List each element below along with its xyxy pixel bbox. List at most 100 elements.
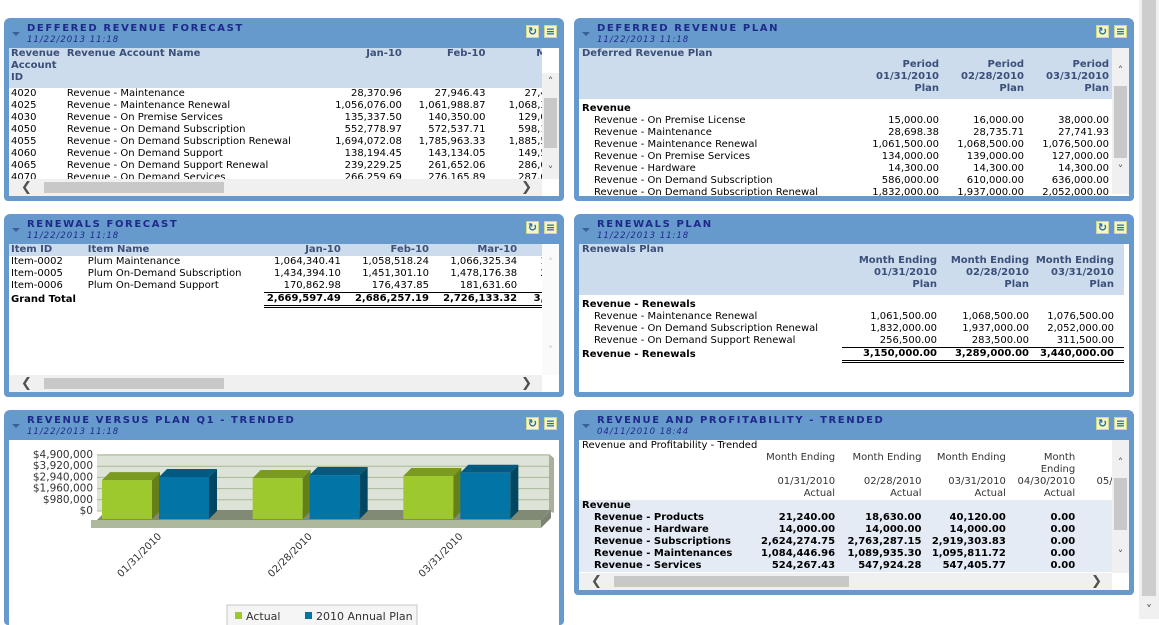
refresh-icon[interactable]: ↻: [1096, 417, 1109, 430]
collapse-triangle-icon[interactable]: [582, 424, 590, 428]
scroll-down-icon[interactable]: ˅: [542, 344, 559, 357]
scroll-down-icon[interactable]: ˅: [1112, 163, 1129, 176]
bar-side-face: [359, 467, 368, 519]
column-header[interactable]: Feb-10: [341, 244, 429, 256]
table-row[interactable]: Revenue - Maintenance Renewal 1,061,500.0…: [579, 139, 1112, 151]
table-row[interactable]: Revenue - Products 21,240.00 18,630.00 40,1…: [579, 512, 1112, 524]
column-header[interactable]: Period 03/31/2010 Plan: [1024, 48, 1112, 99]
column-header[interactable]: Mar-1: [485, 48, 542, 88]
scroll-right-icon[interactable]: ❯: [521, 179, 532, 196]
vertical-scrollbar[interactable]: ˄ ˅: [542, 73, 559, 179]
table-row[interactable]: Revenue - On Premise License 15,000.00 16,…: [579, 115, 1112, 127]
collapse-triangle-icon[interactable]: [12, 32, 20, 36]
scroll-thumb[interactable]: [1114, 86, 1127, 158]
refresh-icon[interactable]: ↻: [526, 25, 539, 38]
scroll-up-icon[interactable]: ˄: [1112, 456, 1129, 469]
options-icon[interactable]: ≡: [544, 221, 557, 234]
table-row[interactable]: Revenue - Maintenance 28,698.38 28,735.71 2…: [579, 127, 1112, 139]
horizontal-scrollbar[interactable]: ❮ ❯: [579, 573, 1112, 590]
table-row[interactable]: 4025 Revenue - Maintenance Renewal 1,056,0…: [9, 100, 542, 112]
table-row[interactable]: 4060 Revenue - On Demand Support 138,194.4…: [9, 148, 542, 160]
horizontal-scrollbar[interactable]: ❮ ❯: [9, 375, 542, 392]
scroll-right-icon[interactable]: ❯: [521, 375, 532, 392]
scroll-down-icon[interactable]: ˅: [542, 164, 559, 177]
vertical-scrollbar[interactable]: ˄ ˅: [1112, 48, 1129, 194]
table-row[interactable]: 4030 Revenue - On Premise Services 135,337…: [9, 112, 542, 124]
page-scroll-thumb[interactable]: [1142, 0, 1156, 596]
column-header[interactable]: Feb-10: [402, 48, 485, 88]
column-header[interactable]: Month Ending 01/31/2010 Plan: [842, 244, 937, 295]
options-icon[interactable]: ≡: [544, 417, 557, 430]
collapse-triangle-icon[interactable]: [582, 32, 590, 36]
table-row[interactable]: Item-0005 Plum On-Demand Subscription 1,43…: [9, 268, 542, 280]
column-header[interactable]: Jan-10: [291, 48, 402, 88]
column-header[interactable]: Month Ending 04/30/2010 Actual: [1006, 452, 1076, 500]
options-icon[interactable]: ≡: [1114, 25, 1127, 38]
options-icon[interactable]: ≡: [1114, 417, 1127, 430]
scroll-thumb[interactable]: [44, 378, 224, 389]
refresh-icon[interactable]: ↻: [526, 221, 539, 234]
column-header[interactable]: Month Ending 03/31/2010 Actual: [921, 452, 1006, 500]
table-row[interactable]: Revenue - Subscriptions 2,624,274.75 2,763…: [579, 536, 1112, 548]
column-header[interactable]: Revenue Account ID: [9, 48, 67, 88]
scroll-down-icon[interactable]: ˅: [1112, 548, 1129, 561]
scroll-left-icon[interactable]: ❮: [591, 573, 602, 590]
horizontal-scrollbar[interactable]: ❮ ❯: [9, 179, 542, 196]
column-header[interactable]: Item Name: [88, 244, 264, 256]
table-cell: 129,050.0: [518, 112, 542, 123]
table-row[interactable]: Revenue - On Demand Subscription 586,000.…: [579, 175, 1112, 187]
column-header[interactable]: Period 01/31/2010 Plan: [844, 48, 939, 99]
table-row[interactable]: Revenue - On Demand Support Renewal 256,5…: [579, 335, 1124, 348]
scroll-up-icon[interactable]: ˄: [1112, 64, 1129, 77]
table-row[interactable]: 4050 Revenue - On Demand Subscription 552,…: [9, 124, 542, 136]
refresh-icon[interactable]: ↻: [1096, 221, 1109, 234]
scroll-left-icon[interactable]: ❮: [21, 179, 32, 196]
table-row[interactable]: 4020 Revenue - Maintenance 28,370.96 27,946…: [9, 88, 542, 100]
table-row[interactable]: Item-0006 Plum On-Demand Support 170,862.9…: [9, 280, 542, 293]
table-row[interactable]: Revenue - Services 524,267.43 547,924.28 54…: [579, 560, 1112, 572]
column-header[interactable]: Month Ending 03/31/2010 Plan: [1029, 244, 1124, 295]
column-header[interactable]: MoEnd05/31/2(Act: [1075, 452, 1112, 500]
table-row[interactable]: 4070 Revenue - On Demand Services 266,259.…: [9, 172, 542, 179]
table-row[interactable]: Revenue - Hardware 14,000.00 14,000.00 14,0…: [579, 524, 1112, 536]
scroll-up-icon[interactable]: ˄: [542, 256, 559, 269]
table-row[interactable]: Revenue - Maintenances 1,084,446.96 1,089,…: [579, 548, 1112, 560]
options-icon[interactable]: ≡: [1114, 221, 1127, 234]
table-row[interactable]: Revenue - On Demand Subscription Renewal…: [579, 323, 1124, 335]
collapse-triangle-icon[interactable]: [582, 228, 590, 232]
table-row[interactable]: Item-0002 Plum Maintenance 1,064,340.41 1,0…: [9, 256, 542, 268]
vertical-scrollbar[interactable]: ˄ ˅: [542, 244, 559, 375]
table-row[interactable]: Revenue - Maintenance Renewal 1,061,500.0…: [579, 311, 1124, 323]
table-row[interactable]: Revenue - On Premise Services 134,000.00 1…: [579, 151, 1112, 163]
table-row[interactable]: Revenue - Hardware 14,300.00 14,300.00 14,3…: [579, 163, 1112, 175]
header-line: Period: [1072, 59, 1110, 70]
column-header[interactable]: Month Ending 02/28/2010 Plan: [937, 244, 1029, 295]
collapse-triangle-icon[interactable]: [12, 228, 20, 232]
scroll-thumb[interactable]: [614, 576, 849, 587]
scroll-up-icon[interactable]: ˄: [542, 75, 559, 88]
scroll-thumb[interactable]: [544, 98, 557, 148]
table-cell: 40,120.00: [949, 512, 1006, 523]
column-header[interactable]: Mar-10: [429, 244, 517, 256]
refresh-icon[interactable]: ↻: [1096, 25, 1109, 38]
scroll-right-icon[interactable]: ❯: [1091, 573, 1102, 590]
scroll-down-icon[interactable]: ˅: [1139, 603, 1159, 617]
scroll-left-icon[interactable]: ❮: [21, 375, 32, 392]
column-header[interactable]: [517, 244, 542, 256]
vertical-scrollbar[interactable]: ˄ ˅: [1112, 440, 1129, 573]
table-row[interactable]: 4055 Revenue - On Demand Subscription Ren…: [9, 136, 542, 148]
column-header[interactable]: Month Ending 01/31/2010 Actual: [757, 452, 837, 500]
collapse-triangle-icon[interactable]: [12, 424, 20, 428]
scroll-thumb[interactable]: [1114, 478, 1127, 530]
page-scrollbar[interactable]: ˅: [1139, 0, 1159, 619]
column-header[interactable]: Revenue Account Name: [67, 48, 291, 88]
column-header[interactable]: Jan-10: [264, 244, 341, 256]
options-icon[interactable]: ≡: [544, 25, 557, 38]
table-row[interactable]: Revenue - On Demand Subscription Renewal…: [579, 187, 1112, 196]
column-header[interactable]: Item ID: [9, 244, 88, 256]
table-row[interactable]: 4065 Revenue - On Demand Support Renewal 2…: [9, 160, 542, 172]
column-header[interactable]: Month Ending 02/28/2010 Actual: [837, 452, 921, 500]
column-header[interactable]: Period 02/28/2010 Plan: [939, 48, 1024, 99]
refresh-icon[interactable]: ↻: [526, 417, 539, 430]
scroll-thumb[interactable]: [44, 182, 224, 193]
